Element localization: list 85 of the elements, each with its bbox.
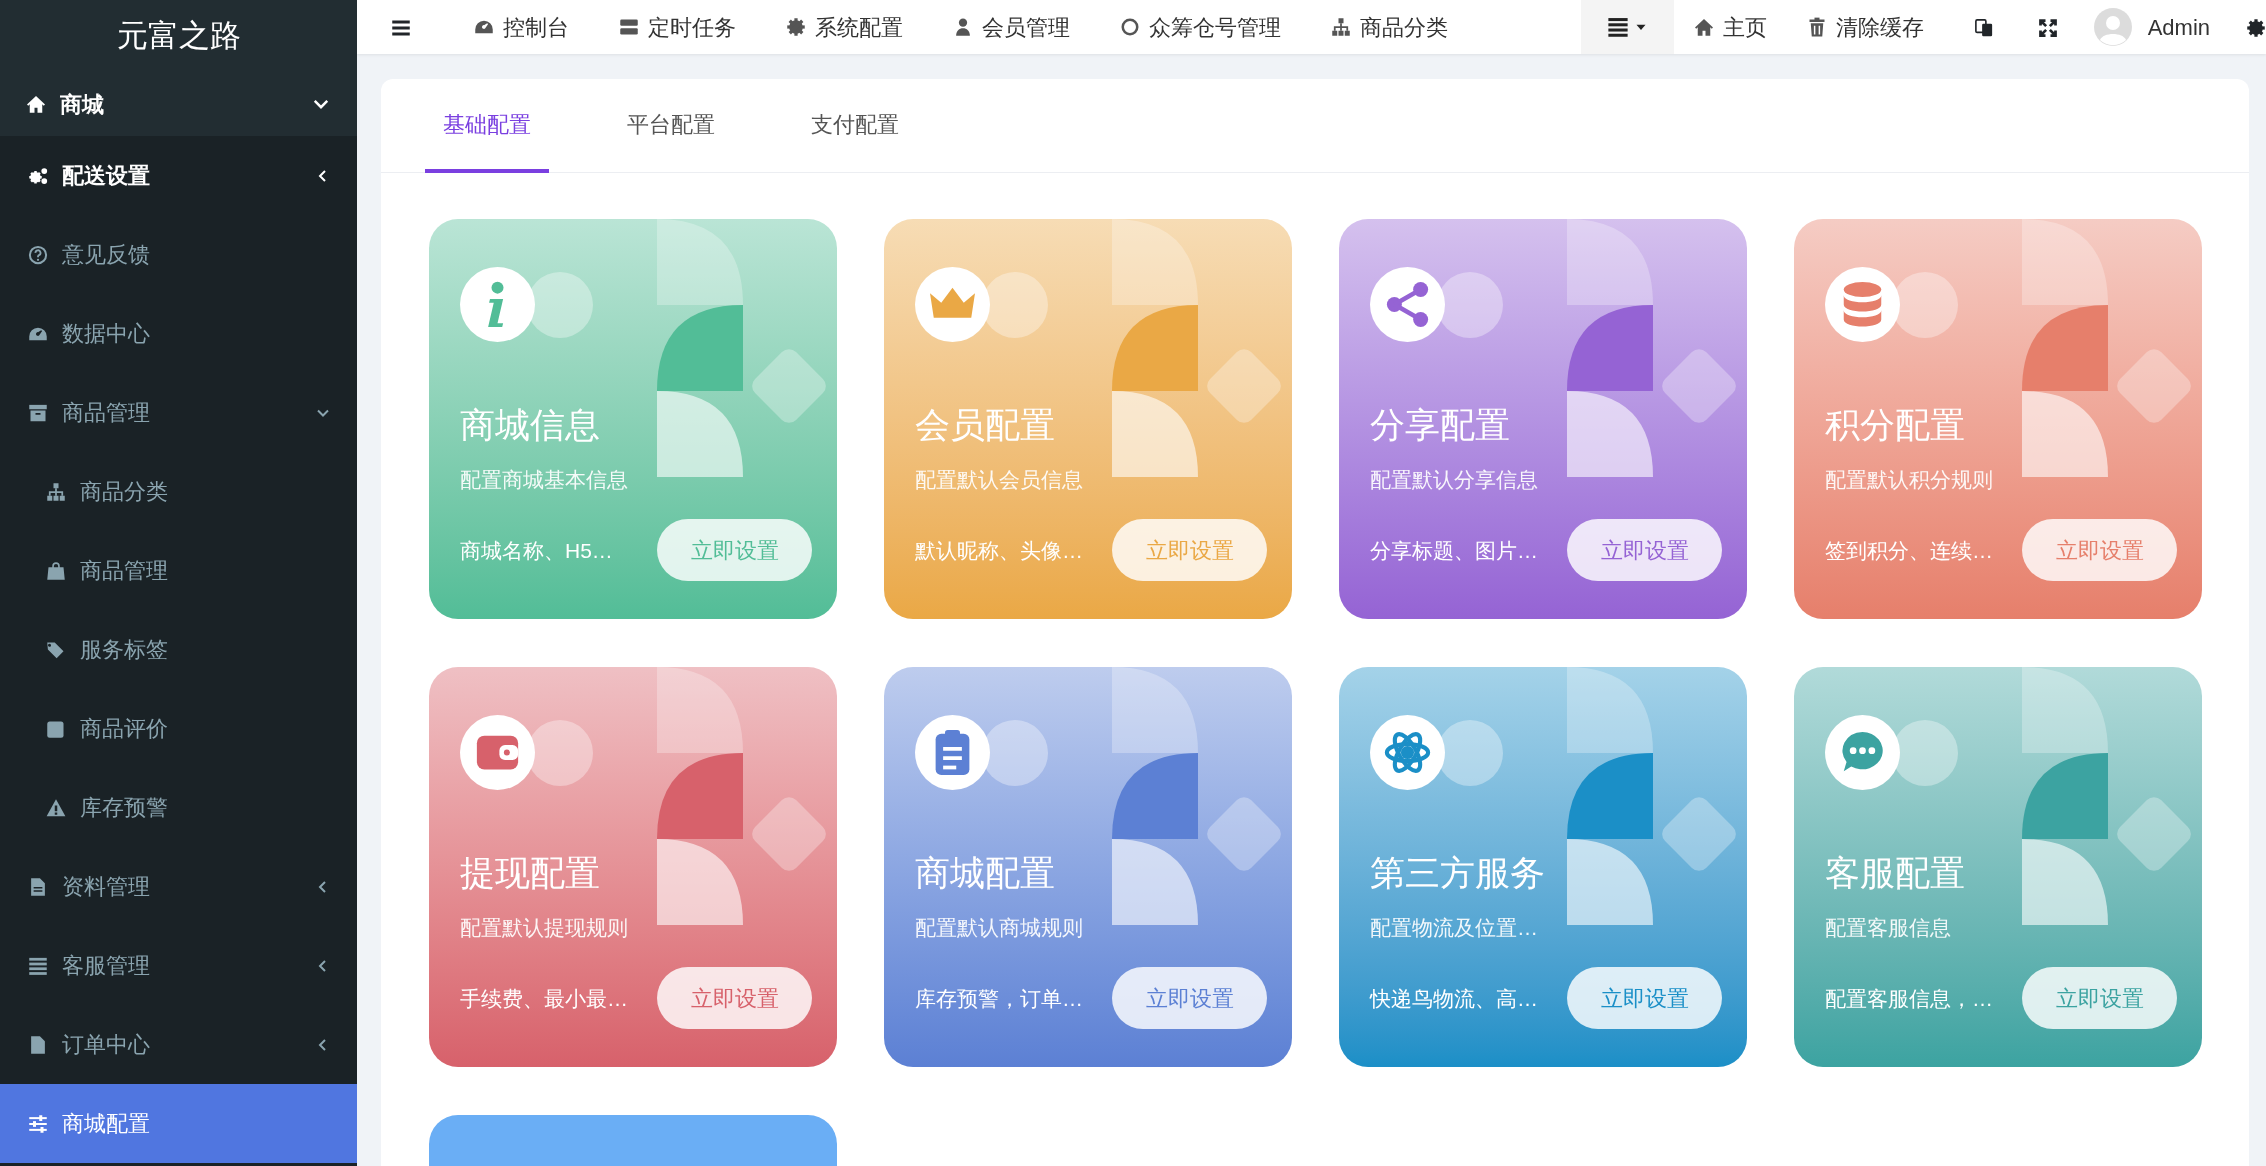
atom-icon — [1370, 715, 1445, 791]
list-icon — [28, 955, 48, 976]
sidebar-item[interactable]: 库存预警 — [0, 768, 357, 847]
bag-icon — [46, 560, 66, 581]
circle-icon — [1120, 17, 1140, 38]
card-details: 手续费、最小最… — [460, 985, 628, 1012]
menu-icon — [391, 18, 411, 38]
card-title: 商城配置 — [915, 852, 1056, 895]
sliders-icon — [28, 1113, 48, 1134]
help-icon — [28, 244, 48, 265]
archive-icon — [28, 402, 48, 423]
card-title: 会员配置 — [915, 404, 1056, 447]
user-icon — [953, 17, 973, 38]
card-description: 配置商城基本信息 — [460, 467, 629, 494]
list-icon — [1607, 16, 1630, 39]
info-icon — [460, 267, 535, 343]
setup-button[interactable]: 立即设置 — [1567, 519, 1722, 582]
file-icon — [28, 1034, 48, 1055]
card-title: 商城信息 — [460, 404, 601, 447]
user-menu[interactable]: Admin — [2093, 0, 2230, 55]
gears-icon — [28, 165, 48, 186]
card-title: 客服配置 — [1825, 852, 1966, 895]
card-description: 配置默认商城规则 — [915, 915, 1084, 942]
brand-title: 元富之路 — [0, 0, 357, 72]
nav-link[interactable]: 主页 — [1673, 0, 1787, 55]
fullscreen-icon — [2037, 18, 2058, 38]
nav-link[interactable]: 系统配置 — [761, 0, 928, 55]
clipboard-icon — [915, 715, 990, 791]
card-description: 配置默认提现规则 — [460, 915, 629, 942]
card-description: 配置默认分享信息 — [1370, 467, 1539, 494]
chat-icon — [1825, 715, 1900, 791]
setup-button[interactable]: 立即设置 — [1112, 967, 1267, 1030]
sitemap-icon — [1331, 17, 1351, 38]
sidebar-item[interactable]: 服务标签 — [0, 610, 357, 689]
nav-link[interactable]: 商品分类 — [1306, 0, 1473, 55]
sidebar-item[interactable]: 意见反馈 — [0, 215, 357, 294]
card-title: 提现配置 — [460, 852, 601, 895]
sidebar-item[interactable]: 商品评价 — [0, 689, 357, 768]
sitemap-icon — [46, 481, 66, 502]
card-details: 商城名称、H5… — [460, 537, 613, 564]
server-icon — [619, 17, 639, 38]
card-description: 配置默认积分规则 — [1825, 467, 1994, 494]
home-icon — [1693, 17, 1714, 38]
card-description: 配置物流及位置… — [1370, 915, 1539, 942]
menu-dropdown-button[interactable] — [1580, 0, 1674, 55]
card-details: 分享标题、图片… — [1370, 537, 1538, 564]
nav-link[interactable]: 定时任务 — [594, 0, 761, 55]
document-icon — [28, 876, 48, 897]
tab[interactable]: 支付配置 — [793, 79, 917, 174]
warning-icon — [46, 797, 66, 818]
card-details: 配置客服信息，… — [1825, 985, 1993, 1012]
card-title: 分享配置 — [1370, 404, 1511, 447]
wallet-icon — [460, 715, 535, 791]
sidebar-item[interactable]: 资料管理 — [0, 847, 357, 926]
tab[interactable]: 基础配置 — [425, 79, 549, 174]
sidebar-item[interactable]: 商品分类 — [0, 452, 357, 531]
home-icon — [26, 94, 46, 114]
sidebar-item[interactable]: 客服管理 — [0, 926, 357, 1005]
sidebar-item[interactable]: 商城配置 — [0, 1084, 357, 1163]
sidebar-item[interactable]: 数据中心 — [0, 294, 357, 373]
card-title: 第三方服务 — [1370, 852, 1546, 895]
nav-link[interactable]: 会员管理 — [928, 0, 1095, 55]
card-details: 签到积分、连续… — [1825, 537, 1993, 564]
sidebar-section[interactable]: 商城 — [0, 72, 357, 136]
share-icon — [1370, 267, 1445, 343]
card-title: 积分配置 — [1825, 404, 1966, 447]
nav-link[interactable]: 控制台 — [449, 0, 594, 55]
card-details: 快递鸟物流、高… — [1370, 985, 1538, 1012]
tab[interactable]: 平台配置 — [609, 79, 733, 174]
nav-link[interactable]: 清除缓存 — [1786, 0, 1944, 55]
settings-icon — [2246, 18, 2266, 38]
card-description: 配置客服信息 — [1825, 915, 1952, 942]
avatar-icon — [2093, 8, 2132, 47]
card-details: 库存预警，订单… — [915, 985, 1083, 1012]
sidebar-item[interactable]: 配送设置 — [0, 136, 357, 215]
sidebar-item[interactable]: 订单中心 — [0, 1005, 357, 1084]
nav-link[interactable]: 众筹仓号管理 — [1095, 0, 1306, 55]
card-details: 默认昵称、头像… — [915, 537, 1083, 564]
crown-icon — [915, 267, 990, 343]
sidebar-item[interactable]: 商品管理 — [0, 373, 357, 452]
translate-icon — [1973, 18, 1994, 38]
card-description: 配置默认会员信息 — [915, 467, 1084, 494]
sidebar-item[interactable]: 商品管理 — [0, 531, 357, 610]
database-icon — [1825, 267, 1900, 343]
settings-icon — [786, 17, 806, 38]
